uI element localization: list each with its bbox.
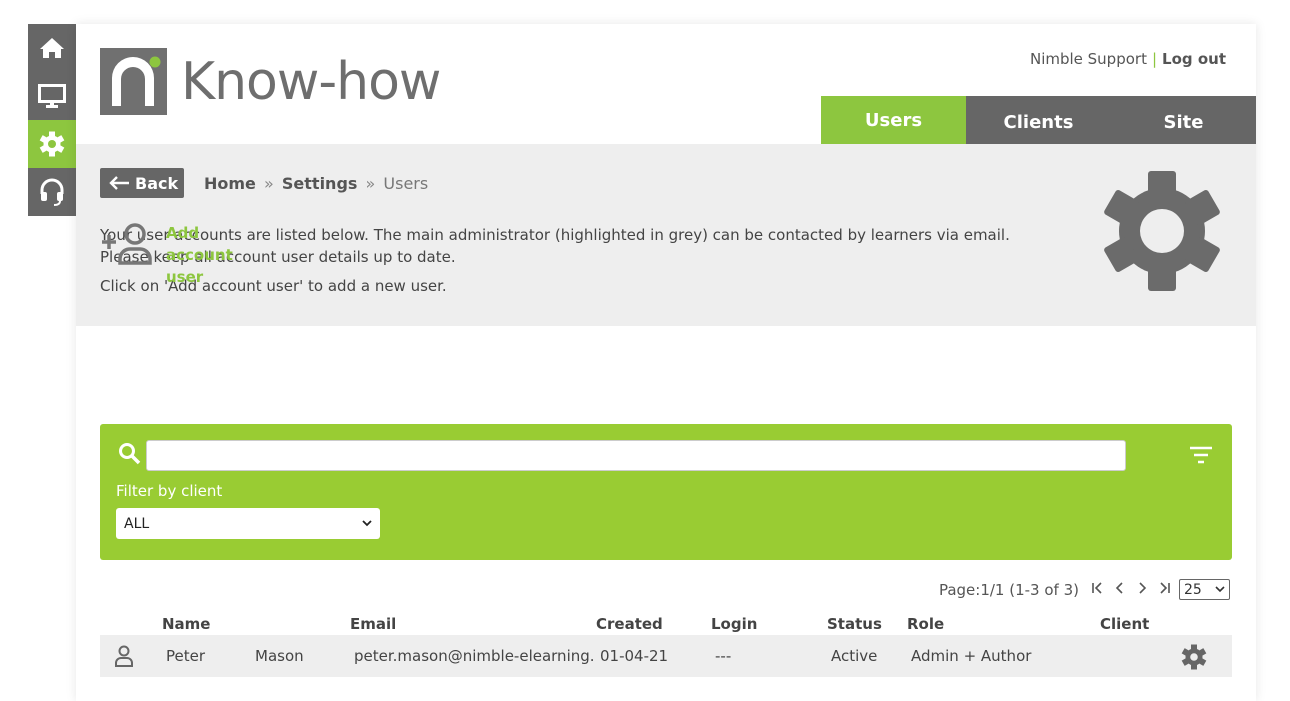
client-filter-value: ALL — [124, 515, 150, 532]
header: Know-how Nimble Support | Log out Users Cl… — [76, 24, 1256, 148]
breadcrumb-home[interactable]: Home — [204, 174, 256, 193]
search-icon — [119, 443, 141, 465]
first-page-button[interactable] — [1091, 581, 1103, 598]
home-icon — [40, 38, 64, 58]
prev-page-button[interactable] — [1115, 581, 1125, 598]
col-client[interactable]: Client — [1100, 615, 1149, 633]
add-user-label[interactable]: Add account user — [166, 222, 246, 288]
cell-role: Admin + Author — [911, 647, 1032, 665]
top-links: Nimble Support | Log out — [1030, 50, 1226, 68]
support-link[interactable]: Nimble Support — [1030, 50, 1147, 68]
cell-first-name: Peter — [166, 647, 206, 665]
cell-created: 01-04-21 — [600, 647, 669, 665]
add-user-label-3: user — [166, 268, 204, 286]
page-size-value: 25 — [1184, 581, 1202, 598]
col-login[interactable]: Login — [711, 615, 757, 633]
link-separator: | — [1151, 50, 1158, 68]
tab-users[interactable]: Users — [821, 96, 966, 148]
filter-icon[interactable] — [1188, 444, 1214, 466]
page-info: Page:1/1 (1-3 of 3) — [938, 580, 1079, 599]
next-page-button[interactable] — [1137, 581, 1147, 598]
filter-label: Filter by client — [116, 482, 223, 500]
intro-panel: Back Home » Settings » Users Your user a… — [76, 144, 1256, 326]
main-card: Know-how Nimble Support | Log out Users Cl… — [76, 24, 1256, 701]
col-email[interactable]: Email — [350, 615, 396, 633]
last-page-button[interactable] — [1159, 581, 1171, 598]
breadcrumb-current: Users — [383, 174, 429, 193]
settings-tabs: Users Clients Site — [821, 96, 1256, 148]
cell-email: peter.mason@nimble-elearning. — [354, 647, 595, 665]
add-user-label-2: account — [166, 246, 233, 264]
side-rail — [28, 24, 80, 216]
row-settings-gear-icon[interactable] — [1181, 644, 1207, 670]
breadcrumb-sep: » — [365, 174, 376, 193]
cell-last-name: Mason — [255, 647, 304, 665]
headset-icon — [40, 178, 64, 206]
table-row[interactable]: Peter Mason peter.mason@nimble-elearning… — [100, 635, 1232, 677]
brand-name: Know-how — [181, 51, 441, 112]
logout-link[interactable]: Log out — [1162, 50, 1226, 68]
first-page-icon — [1092, 581, 1102, 594]
logo[interactable]: Know-how — [100, 48, 441, 115]
add-account-user[interactable]: Add account user — [100, 222, 246, 288]
last-page-icon — [1160, 581, 1170, 594]
rail-courses[interactable] — [28, 72, 76, 120]
search-input[interactable] — [146, 440, 1126, 471]
gear-icon — [39, 131, 65, 157]
tab-site[interactable]: Site — [1111, 96, 1256, 148]
rail-support[interactable] — [28, 168, 76, 216]
col-name[interactable]: Name — [162, 615, 210, 633]
chevron-right-icon — [1139, 581, 1147, 594]
back-button[interactable]: Back — [100, 168, 184, 198]
cell-status: Active — [831, 647, 878, 665]
logo-mark — [100, 48, 167, 115]
pagination: Page:1/1 (1-3 of 3) 25 — [939, 579, 1230, 600]
search-panel: Filter by client ALL — [100, 424, 1232, 560]
arrow-left-icon — [109, 176, 129, 190]
chevron-down-icon — [362, 520, 372, 527]
settings-gear-icon — [1104, 171, 1220, 291]
col-created[interactable]: Created — [596, 615, 663, 633]
back-label: Back — [135, 173, 179, 193]
breadcrumb-settings[interactable]: Settings — [282, 174, 358, 193]
tab-clients[interactable]: Clients — [966, 96, 1111, 148]
page-size-select[interactable]: 25 — [1179, 579, 1230, 600]
col-role[interactable]: Role — [907, 615, 944, 633]
chevron-down-icon — [1215, 586, 1225, 593]
add-user-icon — [102, 223, 152, 265]
breadcrumb: Home » Settings » Users — [204, 174, 428, 193]
add-user-label-1: Add — [166, 224, 200, 242]
client-filter-select[interactable]: ALL — [116, 508, 380, 539]
monitor-icon — [38, 84, 66, 108]
breadcrumb-sep: » — [264, 174, 274, 193]
chevron-left-icon — [1115, 581, 1123, 594]
cell-login: --- — [715, 647, 732, 665]
col-status[interactable]: Status — [827, 615, 882, 633]
table-header: Name Email Created Login Status Role Cli… — [100, 613, 1232, 635]
user-icon — [115, 645, 133, 667]
rail-home[interactable] — [28, 24, 76, 72]
rail-settings[interactable] — [28, 120, 80, 168]
